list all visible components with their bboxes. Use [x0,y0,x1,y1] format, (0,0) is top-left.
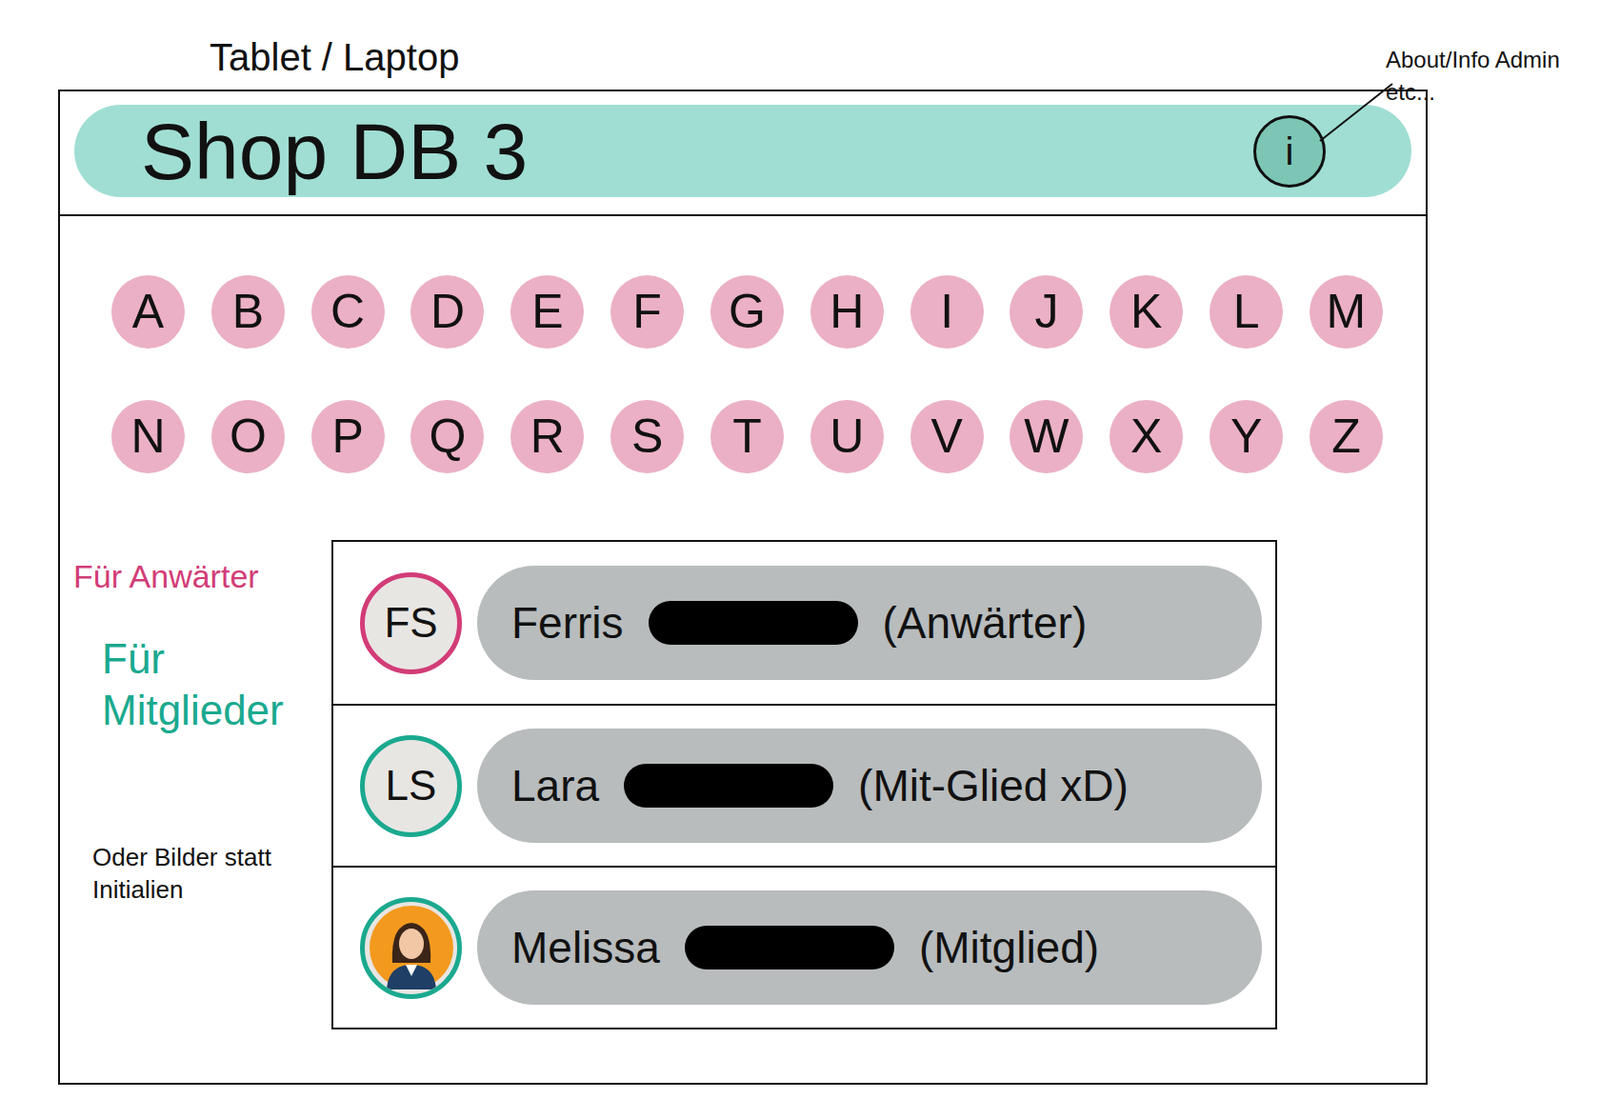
letter-button[interactable]: X [1109,400,1183,474]
annotations: Für Anwärter Für Mitglieder Oder Bilder st… [60,540,332,1030]
redaction-bar [684,925,895,970]
letter-button[interactable]: Q [410,400,484,474]
letter-button[interactable]: L [1209,275,1283,349]
member-list: FS Ferris (Anwärter) LS Lara (Mit-Glied xD) Me… [331,540,1278,1030]
member-name: Melissa [511,915,660,981]
letter-button[interactable]: H [810,275,884,349]
info-button[interactable]: i [1253,115,1326,188]
letter-button[interactable]: Y [1209,400,1283,474]
letter-button[interactable]: C [311,275,385,349]
member-initials: FS [383,591,438,655]
letter-button[interactable]: D [410,275,484,349]
letter-button[interactable]: M [1309,275,1383,349]
letter-button[interactable]: U [810,400,884,474]
member-initials: LS [385,754,438,818]
letter-button[interactable]: A [111,275,185,349]
header: Shop DB 3 i [60,91,1426,217]
annotation: Für Anwärter [73,557,322,596]
member-avatar: FS [360,572,462,675]
letter-button[interactable]: K [1109,275,1183,349]
letter-button[interactable]: B [211,275,285,349]
avatar-picture-icon [369,905,454,990]
member-name: Ferris [511,590,624,657]
members-section: Für Anwärter Für Mitglieder Oder Bilder st… [60,540,1426,1030]
letter-button[interactable]: S [610,400,684,474]
redaction-bar [623,763,834,808]
alphabet: ABCDEFGHIJKLM NOPQRSTUVWXYZ [60,216,1426,474]
member-name: Lara [511,753,600,820]
info-note: About/Info Admin etc... [1385,43,1586,109]
member-scribble: Lara (Mit-Glied xD) [477,728,1262,843]
annotation: Für Mitglieder [73,633,283,737]
member-row[interactable]: LS Lara (Mit-Glied xD) [333,703,1276,866]
member-avatar: LS [360,735,462,838]
letter-button[interactable]: E [510,275,584,349]
member-row[interactable]: FS Ferris (Anwärter) [333,541,1276,704]
letter-button[interactable]: W [1009,400,1083,474]
title-bar: Shop DB 3 i [74,104,1412,198]
device-label: Tablet / Laptop [0,0,1600,90]
member-role: (Mitglied) [919,915,1100,981]
device-frame: Shop DB 3 i ABCDEFGHIJKLM NOPQRSTUVWXYZ Für … [58,89,1428,1085]
member-avatar [360,897,462,1000]
letter-button[interactable]: R [510,400,584,474]
letter-button[interactable]: I [910,275,984,349]
letter-button[interactable]: V [910,400,984,474]
app-title: Shop DB 3 [140,105,528,198]
alphabet-row: NOPQRSTUVWXYZ [111,400,1383,474]
annotation: Oder Bilder statt Initialien [73,840,293,906]
letter-button[interactable]: P [311,400,385,474]
letter-button[interactable]: Z [1309,400,1383,474]
letter-button[interactable]: F [610,275,684,349]
letter-button[interactable]: T [710,400,784,474]
member-scribble: Ferris (Anwärter) [477,565,1262,680]
letter-button[interactable]: G [710,275,784,349]
member-row[interactable]: Melissa (Mitglied) [333,865,1276,1028]
letter-button[interactable]: N [111,400,185,474]
letter-button[interactable]: O [211,400,285,474]
letter-button[interactable]: J [1009,275,1083,349]
page: Tablet / LaptopAbout/Info Admin etc...Sh… [0,0,1600,1119]
member-role: (Anwärter) [882,590,1088,657]
redaction-bar [648,600,859,645]
alphabet-row: ABCDEFGHIJKLM [111,275,1383,349]
member-role: (Mit-Glied xD) [858,753,1129,820]
member-scribble: Melissa (Mitglied) [477,890,1262,1005]
